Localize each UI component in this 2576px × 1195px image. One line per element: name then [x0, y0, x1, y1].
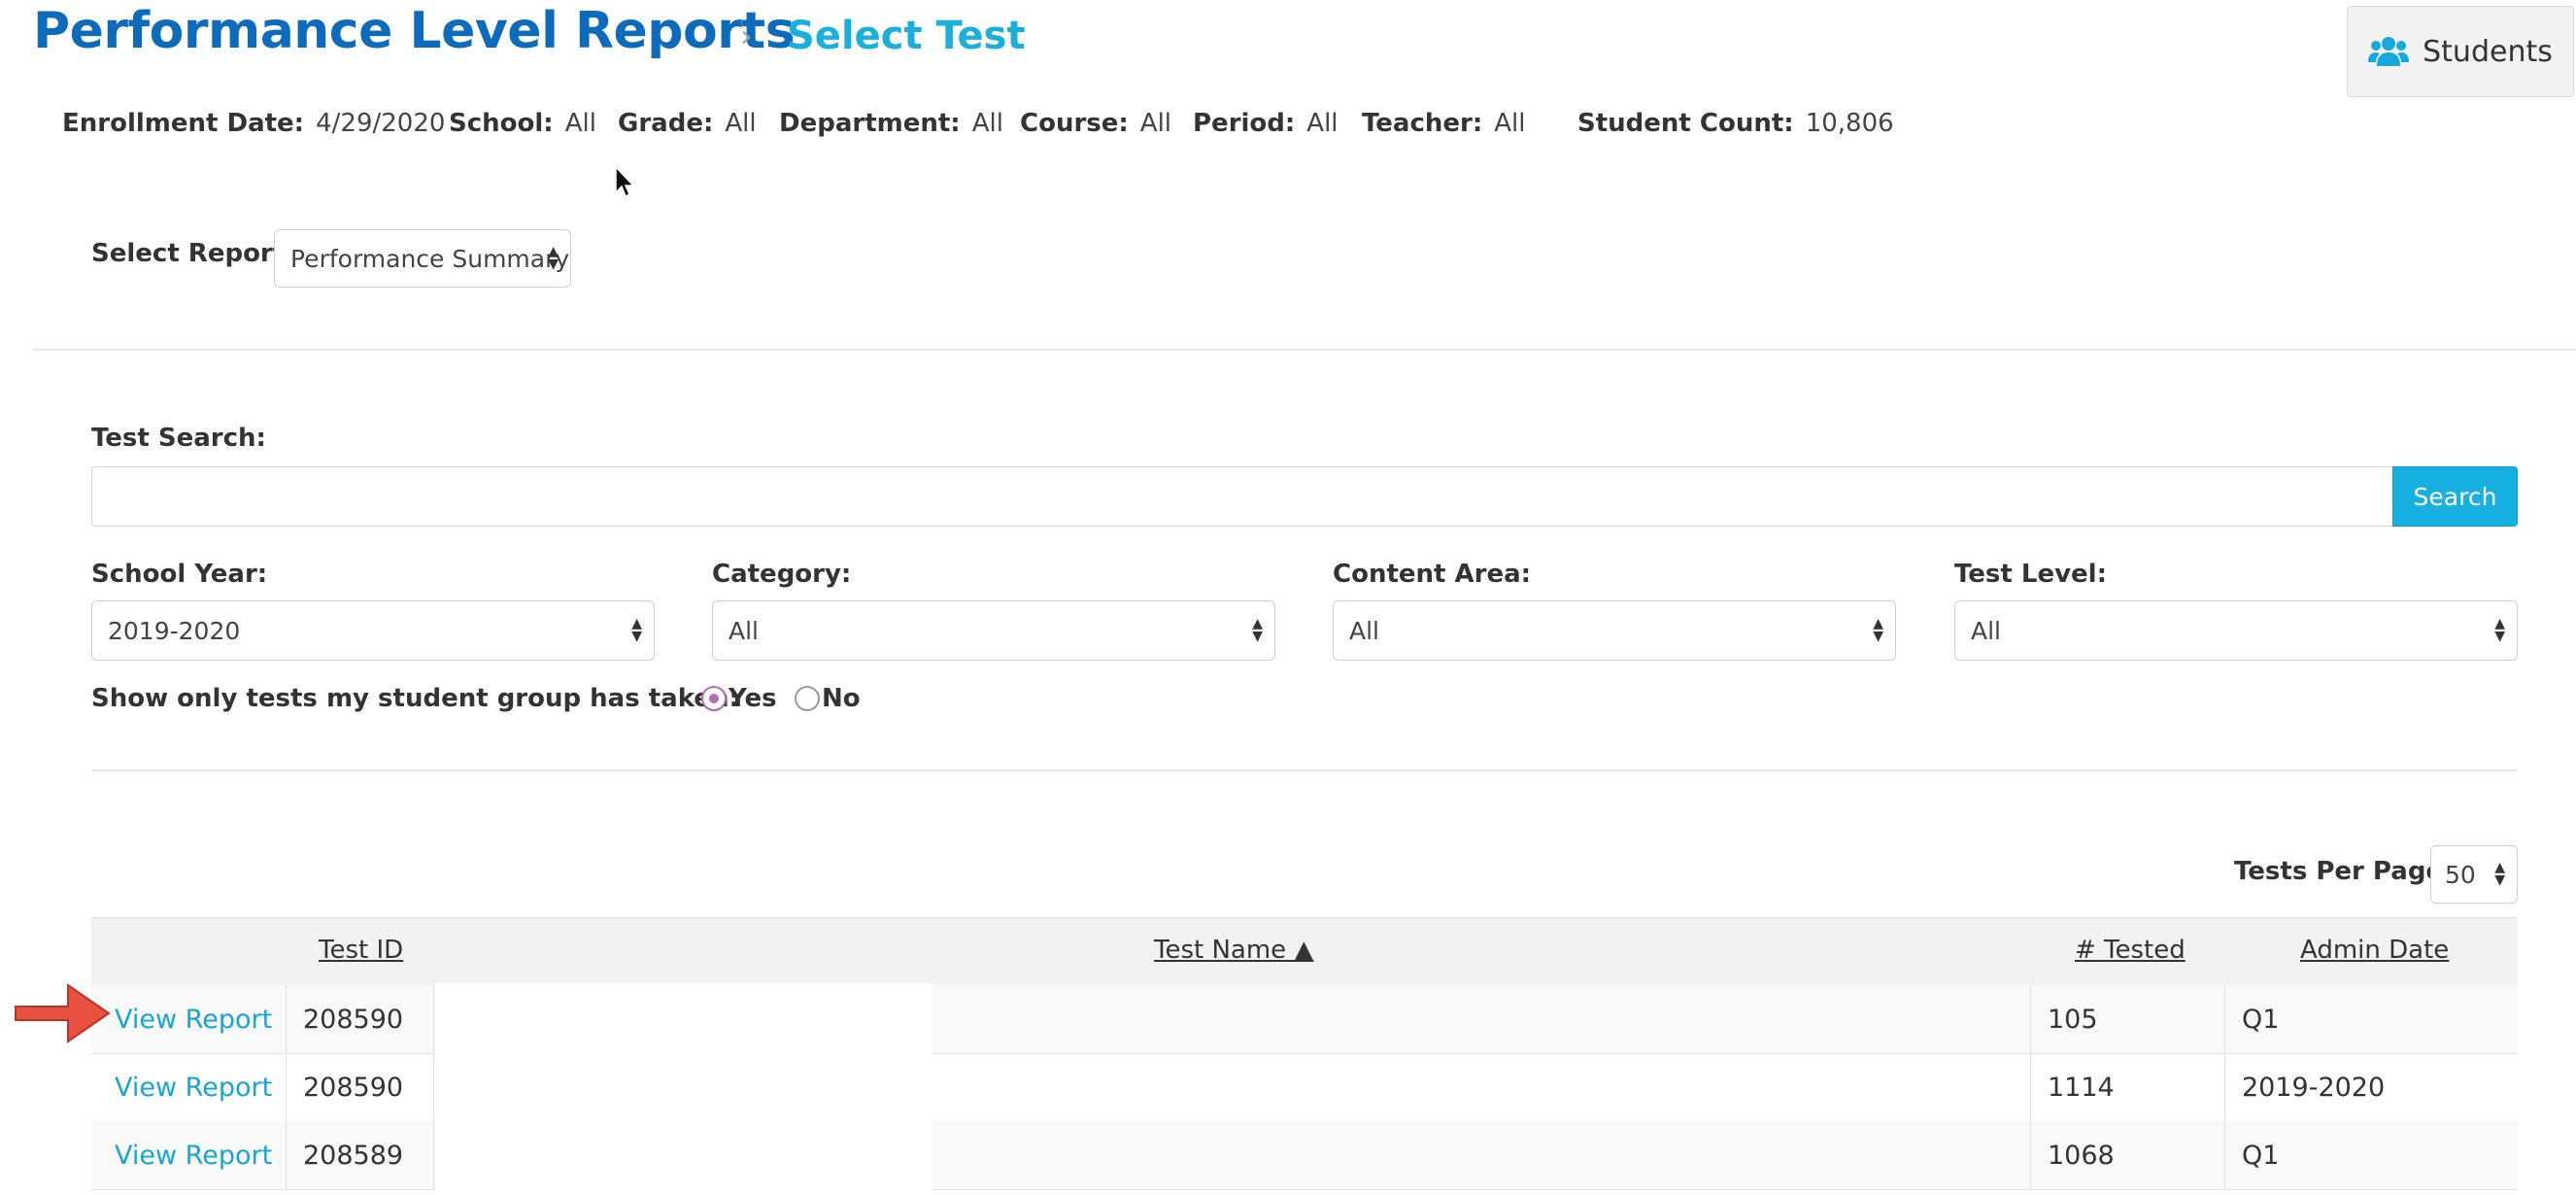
school-year-select[interactable]: 2019-2020 ▲ ▼ [91, 600, 655, 661]
content-area-label: Content Area: [1333, 560, 1532, 589]
select-arrows-icon: ▲ ▼ [631, 616, 642, 644]
filter-student-count: Student Count: 10,806 [1577, 109, 1894, 138]
filter-school: School: All [449, 109, 596, 138]
view-report-link[interactable]: View Report [115, 1005, 272, 1035]
table-header: Test ID Test Name ▲ # Tested Admin Date [91, 917, 2518, 986]
redacted-area [435, 983, 932, 1195]
admin-date-cell: Q1 [2242, 1004, 2280, 1035]
select-arrows-icon: ▲ ▼ [2494, 616, 2505, 644]
breadcrumb-separator: › [740, 17, 753, 54]
test-level-select[interactable]: All ▲ ▼ [1954, 600, 2518, 661]
students-label: Students [2423, 34, 2553, 69]
tests-per-page-label: Tests Per Page: [2234, 857, 2454, 886]
select-arrows-icon: ▲ ▼ [2494, 860, 2505, 888]
view-report-link[interactable]: View Report [115, 1141, 272, 1171]
tested-cell: 1114 [2048, 1072, 2115, 1103]
content-area-select[interactable]: All ▲ ▼ [1333, 600, 1896, 661]
category-select[interactable]: All ▲ ▼ [712, 600, 1275, 661]
select-arrows-icon: ▲ ▼ [548, 244, 559, 272]
report-select-value: Performance Summary [290, 244, 570, 273]
school-year-label: School Year: [91, 560, 268, 589]
tested-cell: 1068 [2048, 1140, 2115, 1171]
test-id-cell: 208590 [303, 1072, 404, 1103]
mouse-cursor-icon [615, 165, 635, 198]
yes-radio[interactable] [701, 686, 727, 711]
column-test-id[interactable]: Test ID [319, 936, 403, 965]
yes-radio-label[interactable]: Yes [729, 684, 777, 713]
column-test-name[interactable]: Test Name ▲ [1154, 936, 1313, 965]
filter-period: Period: All [1193, 109, 1339, 138]
no-radio-label[interactable]: No [822, 684, 861, 713]
select-arrows-icon: ▲ ▼ [1252, 616, 1263, 644]
select-arrows-icon: ▲ ▼ [1873, 616, 1883, 644]
test-id-cell: 208590 [303, 1004, 404, 1035]
students-button[interactable]: Students [2347, 6, 2574, 97]
select-report-label: Select Report: [91, 239, 295, 268]
test-level-label: Test Level: [1954, 560, 2107, 589]
divider [33, 349, 2576, 351]
filter-teacher: Teacher: All [1362, 109, 1526, 138]
filter-enrollment-date: Enrollment Date: 4/29/2020 [62, 109, 446, 138]
admin-date-cell: 2019-2020 [2242, 1072, 2386, 1103]
breadcrumb-current: Select Test [787, 14, 1026, 58]
view-report-link[interactable]: View Report [115, 1073, 272, 1103]
tested-cell: 105 [2048, 1004, 2098, 1035]
tests-per-page-select[interactable]: 50 ▲ ▼ [2430, 845, 2518, 904]
group-filter-label: Show only tests my student group has tak… [91, 684, 739, 713]
category-label: Category: [712, 560, 852, 589]
column-admin-date[interactable]: Admin Date [2300, 936, 2449, 965]
no-radio[interactable] [795, 686, 820, 711]
search-button[interactable]: Search [2392, 466, 2518, 527]
column-tested[interactable]: # Tested [2075, 936, 2186, 965]
filter-course: Course: All [1020, 109, 1172, 138]
test-level-value: All [1971, 616, 2001, 645]
tests-per-page-value: 50 [2445, 860, 2476, 889]
filter-department: Department: All [779, 109, 1003, 138]
admin-date-cell: Q1 [2242, 1140, 2280, 1171]
school-year-value: 2019-2020 [108, 616, 241, 645]
report-select[interactable]: Performance Summary ▲ ▼ [274, 229, 571, 288]
content-area-value: All [1349, 616, 1379, 645]
test-search-input[interactable] [91, 466, 2393, 527]
divider [91, 769, 2518, 771]
test-id-cell: 208589 [303, 1140, 404, 1171]
category-value: All [729, 616, 759, 645]
test-search-label: Test Search: [91, 424, 266, 453]
pointer-arrow-icon [15, 983, 111, 1043]
filter-grade: Grade: All [618, 109, 757, 138]
page-title: Performance Level Reports [33, 2, 796, 60]
users-icon [2368, 37, 2410, 66]
